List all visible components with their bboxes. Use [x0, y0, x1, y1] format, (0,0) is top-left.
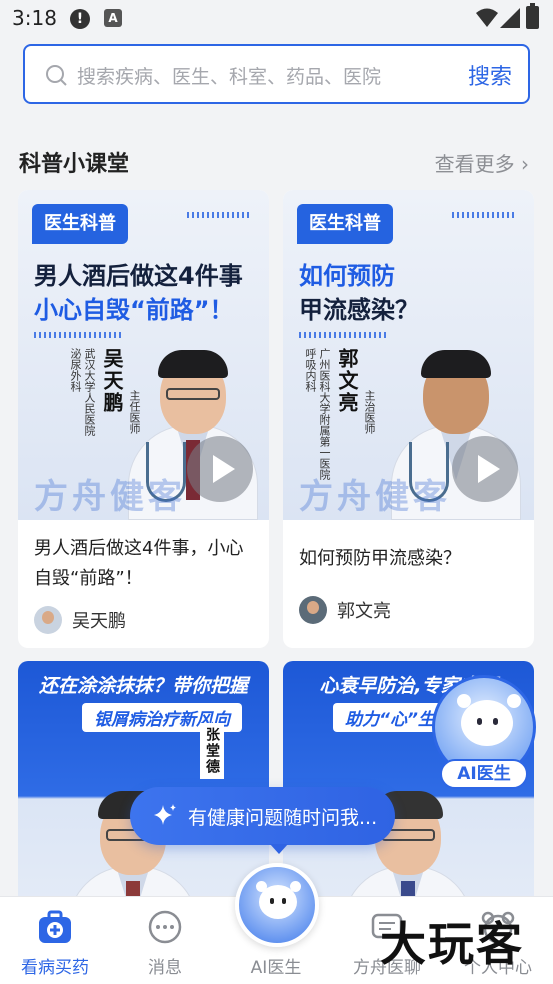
video-card[interactable]: 医生科普 如何预防 甲流感染？ 呼吸内科 广州医科大学附属第一医院 郭文亮 主治… [283, 190, 534, 648]
video-card[interactable]: 医生科普 男人酒后做这4件事 小心自毁“前路”！ 泌尿外科 武汉大学人民医院 吴… [18, 190, 269, 648]
video-thumbnail[interactable]: 还在涂涂抹抹？带你把握 银屑病治疗新风向 张堂德 教授 [18, 661, 269, 896]
nav-label: 消息 [148, 958, 182, 978]
avatar [34, 606, 62, 634]
video-card[interactable]: 还在涂涂抹抹？带你把握 银屑病治疗新风向 张堂德 教授 [18, 661, 269, 896]
medicine-kit-icon [39, 910, 71, 943]
thumbnail-headline: 男人酒后做这4件事 [34, 262, 243, 290]
author-name: 郭文亮 [337, 601, 391, 622]
ai-prompt-bubble[interactable]: 有健康问题随时问我... [130, 787, 395, 854]
card-author[interactable]: 郭文亮 [299, 596, 391, 624]
decorative-stripes [187, 212, 251, 218]
nav-item-medicine[interactable]: 看病买药 [0, 897, 110, 984]
section-title: 科普小课堂 [19, 152, 130, 177]
thumbnail-headline: 还在涂涂抹抹？带你把握 [38, 675, 248, 697]
ai-badge-label: AI医生 [440, 759, 528, 789]
video-thumbnail[interactable]: 医生科普 如何预防 甲流感染？ 呼吸内科 广州医科大学附属第一医院 郭文亮 主治… [283, 190, 534, 520]
card-author[interactable]: 吴天鹏 [34, 606, 126, 634]
doctor-hospital: 广州医科大学附属第一医院 [318, 348, 331, 480]
brand-watermark: 方舟健客 [299, 477, 451, 517]
author-name: 吴天鹏 [72, 611, 126, 632]
wifi-icon [476, 8, 498, 27]
play-icon[interactable] [452, 436, 518, 502]
doctor-department: 呼吸内科 [304, 348, 317, 392]
site-watermark: 大玩客 [380, 917, 524, 971]
doctor-name: 郭文亮 [335, 348, 359, 414]
see-more-link[interactable]: 查看更多 › [435, 148, 529, 177]
brand-watermark: 方舟健客 [34, 477, 186, 517]
nav-item-messages[interactable]: 消息 [110, 897, 220, 984]
nav-label: 看病买药 [21, 958, 89, 978]
app-notification-icon: A [104, 9, 122, 27]
decorative-stripes [299, 332, 389, 338]
card-title[interactable]: 男人酒后做这4件事，小心自毁“前路”！ [18, 520, 269, 610]
doctor-role: 主治医师 [363, 390, 376, 434]
search-icon [46, 65, 67, 86]
search-bar: 搜索疾病、医生、科室、药品、医院 搜索 [0, 38, 553, 110]
thumbnail-tag: 医生科普 [297, 204, 393, 244]
thumbnail-tag: 医生科普 [32, 204, 128, 244]
decorative-stripes [452, 212, 516, 218]
doctor-hospital: 武汉大学人民医院 [83, 348, 96, 436]
ai-bear-icon[interactable] [235, 863, 319, 947]
ai-prompt-text: 有健康问题随时问我... [188, 807, 378, 829]
sparkle-icon [154, 804, 176, 825]
ai-doctor-badge[interactable]: AI医生 [430, 675, 538, 795]
section-header: 科普小课堂 查看更多 › [0, 108, 553, 188]
status-time: 3:18 [12, 6, 57, 30]
battery-icon [526, 3, 539, 29]
video-thumbnail[interactable]: 医生科普 男人酒后做这4件事 小心自毁“前路”！ 泌尿外科 武汉大学人民医院 吴… [18, 190, 269, 520]
thumbnail-headline: 如何预防 [299, 262, 395, 290]
search-placeholder: 搜索疾病、医生、科室、药品、医院 [77, 66, 382, 88]
nav-label: AI医生 [250, 958, 302, 978]
play-icon[interactable] [187, 436, 253, 502]
alert-icon: ! [70, 9, 90, 29]
chat-bubble-icon [148, 910, 182, 944]
search-input[interactable]: 搜索疾病、医生、科室、药品、医院 搜索 [23, 44, 530, 104]
decorative-stripes [34, 332, 124, 338]
avatar [299, 596, 327, 624]
signal-icon [500, 8, 520, 28]
status-bar: 3:18 ! A [0, 0, 553, 38]
search-button[interactable]: 搜索 [468, 59, 512, 91]
doctor-department: 泌尿外科 [69, 348, 82, 392]
